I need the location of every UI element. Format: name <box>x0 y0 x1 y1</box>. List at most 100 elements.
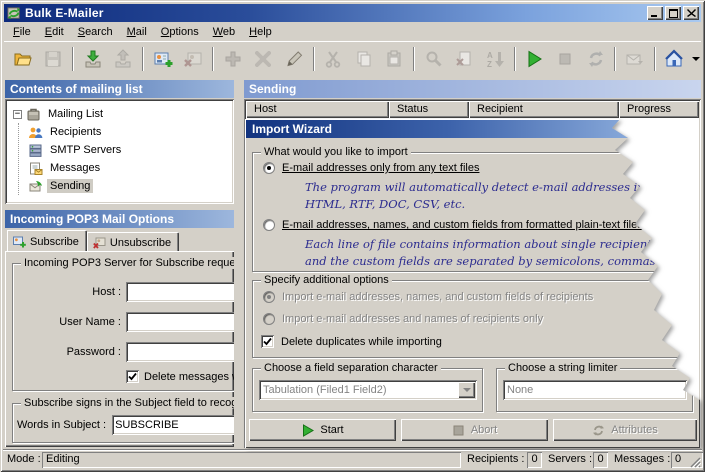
import-button[interactable] <box>78 44 108 74</box>
recipients-icon <box>28 125 43 140</box>
menu-options[interactable]: Options <box>154 24 206 40</box>
svg-text:A: A <box>487 51 493 60</box>
tree-item-messages[interactable]: Messages <box>28 159 230 177</box>
resume-button[interactable] <box>581 44 611 74</box>
export-button[interactable] <box>109 44 139 74</box>
password-field[interactable] <box>126 342 234 362</box>
column-progress[interactable]: Progress <box>619 101 699 118</box>
add-button[interactable] <box>218 44 248 74</box>
checkbox-checked-icon <box>126 370 139 383</box>
menu-web[interactable]: Web <box>206 24 242 40</box>
minimize-button[interactable] <box>647 6 663 20</box>
tree-item-smtp-servers[interactable]: SMTP Servers <box>28 141 230 159</box>
menu-search[interactable]: Search <box>71 24 120 40</box>
stop-icon <box>555 49 575 69</box>
field-separator-combo[interactable]: Tabulation (Filed1 Field2) <box>259 380 477 400</box>
menu-file[interactable]: File <box>6 24 38 40</box>
delete-messages-checkbox[interactable]: Delete messages when done <box>126 370 234 383</box>
contents-panel-header: Contents of mailing list <box>5 80 234 98</box>
close-button[interactable] <box>683 6 699 20</box>
save-button[interactable] <box>39 44 69 74</box>
tab-unsubscribe[interactable]: Unsubscribe <box>87 232 179 251</box>
toolbar-separator <box>310 47 318 71</box>
paste-icon <box>384 49 404 69</box>
combo-dropdown-icon[interactable] <box>458 382 475 398</box>
remove-contact-button[interactable] <box>179 44 209 74</box>
edit-button[interactable] <box>279 44 309 74</box>
radio-import-formatted-files[interactable]: E-mail addresses, names, and custom fiel… <box>263 219 643 231</box>
host-label: Host : <box>17 286 121 298</box>
string-limiter-field[interactable]: None <box>503 380 687 400</box>
home-dropdown-arrow[interactable] <box>690 44 701 74</box>
column-status[interactable]: Status <box>389 101 469 118</box>
message-icon <box>28 161 43 176</box>
sending-column-headers: Host Status Recipient Progress <box>246 101 699 118</box>
messages-label: Messages : <box>614 453 670 469</box>
status-bar: Mode : Editing Recipients : 0 Servers : … <box>3 449 702 469</box>
attributes-icon <box>592 424 605 437</box>
stop-button[interactable] <box>550 44 580 74</box>
tree-item-sending[interactable]: Sending <box>28 177 230 195</box>
menu-help[interactable]: Help <box>242 24 279 40</box>
tree-root-mailing-list[interactable]: − Mailing List <box>13 105 230 123</box>
words-in-subject-label: Words in Subject : <box>17 419 106 431</box>
sending-icon <box>28 179 43 194</box>
resize-grip[interactable] <box>688 455 701 468</box>
servers-count: 0 <box>593 452 608 468</box>
tree-item-recipients[interactable]: Recipients <box>28 123 230 141</box>
password-label: Password : <box>17 346 121 358</box>
paste-button[interactable] <box>380 44 410 74</box>
maximize-button[interactable] <box>665 6 681 20</box>
mode-label: Mode : <box>7 453 41 469</box>
open-button[interactable] <box>8 44 38 74</box>
collapse-icon[interactable]: − <box>13 110 22 119</box>
copy-button[interactable] <box>349 44 379 74</box>
delete-button[interactable] <box>249 44 279 74</box>
find-button[interactable] <box>419 44 449 74</box>
radio-import-names-only: Import e-mail addresses and names of rec… <box>263 313 543 325</box>
sort-button[interactable]: AZ <box>480 44 510 74</box>
menu-edit[interactable]: Edit <box>38 24 71 40</box>
import-icon <box>83 49 103 69</box>
words-in-subject-field[interactable] <box>112 415 234 435</box>
wizard-start-button[interactable]: Start <box>249 419 396 441</box>
delete-duplicates-checkbox[interactable]: Delete duplicates while importing <box>261 335 442 348</box>
tab-subscribe[interactable]: Subscribe <box>7 230 87 251</box>
send-mail-icon <box>625 49 645 69</box>
wizard-title-bar: Import Wizard <box>246 120 699 138</box>
home-button[interactable] <box>660 44 690 74</box>
pop3-tabs: Subscribe Unsubscribe <box>5 230 179 251</box>
delete-icon <box>253 49 273 69</box>
column-host[interactable]: Host <box>246 101 389 118</box>
send-mail-button[interactable] <box>620 44 650 74</box>
add-contact-button[interactable] <box>148 44 178 74</box>
mailing-list-icon <box>26 107 41 122</box>
radio-import-text-files[interactable]: E-mail addresses only from any text file… <box>263 162 479 174</box>
host-field[interactable] <box>126 282 234 302</box>
sending-panel-header: Sending <box>244 80 701 98</box>
column-recipient[interactable]: Recipient <box>469 101 619 118</box>
cut-icon <box>323 49 343 69</box>
svg-text:Z: Z <box>487 60 492 69</box>
resume-icon <box>586 49 606 69</box>
wizard-abort-button: Abort <box>401 419 548 441</box>
app-icon <box>7 6 22 21</box>
toolbar-separator <box>651 47 659 71</box>
unsubscribe-icon <box>93 236 106 249</box>
open-icon <box>13 49 33 69</box>
toolbar-separator <box>410 47 418 71</box>
toolbar-separator <box>69 47 77 71</box>
remove-duplicates-button[interactable] <box>450 44 480 74</box>
copy-icon <box>354 49 374 69</box>
pop3-panel-header: Incoming POP3 Mail Options <box>5 210 234 228</box>
export-icon <box>113 49 133 69</box>
cut-button[interactable] <box>319 44 349 74</box>
toolbar: AZ <box>4 41 701 77</box>
start-button[interactable] <box>520 44 550 74</box>
user-name-field[interactable] <box>126 312 234 332</box>
add-contact-icon <box>153 49 173 69</box>
servers-label: Servers : <box>548 453 592 469</box>
menu-mail[interactable]: Mail <box>120 24 154 40</box>
import-type-group: What would you like to import E-mail add… <box>252 152 693 272</box>
user-name-label: User Name : <box>17 316 121 328</box>
